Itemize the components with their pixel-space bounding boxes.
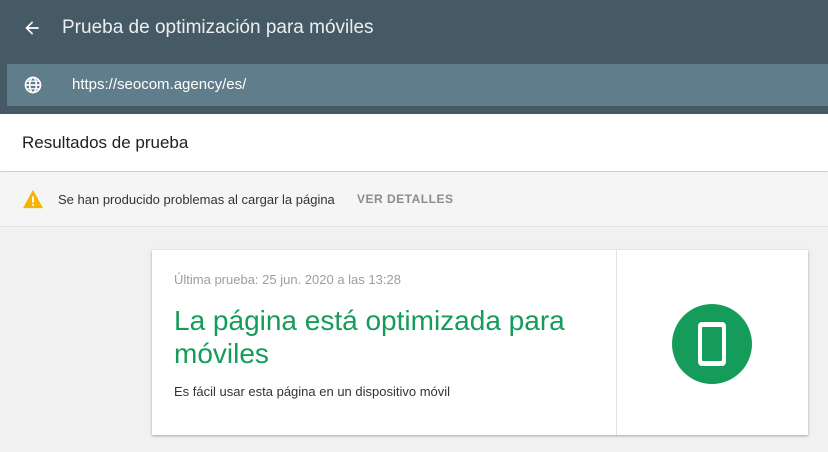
result-description: Es fácil usar esta página en un disposit… [174,384,451,399]
mobile-phone-icon [698,322,726,366]
warning-triangle-icon [23,189,43,209]
warning-banner: Se han producido problemas al cargar la … [0,172,828,227]
arrow-left-icon [25,21,39,35]
mobile-friendly-badge [672,304,752,384]
card-divider [616,250,617,435]
result-card: Última prueba: 25 jun. 2020 a las 13:28 … [152,250,808,435]
page-title: Prueba de optimización para móviles [62,17,374,38]
warning-text: Se han producido problemas al cargar la … [58,192,335,207]
result-title: La página está optimizada para móviles [174,305,565,369]
back-button[interactable] [20,16,44,40]
last-test-timestamp: Última prueba: 25 jun. 2020 a las 13:28 [174,272,401,287]
globe-icon [24,76,42,94]
results-header: Resultados de prueba [0,114,828,171]
top-app-bar: Prueba de optimización para móviles http… [0,0,828,114]
view-details-link[interactable]: VER DETALLES [357,172,453,227]
url-bar[interactable]: https://seocom.agency/es/ [7,64,828,106]
url-text[interactable]: https://seocom.agency/es/ [72,64,246,106]
results-title: Resultados de prueba [22,133,189,152]
